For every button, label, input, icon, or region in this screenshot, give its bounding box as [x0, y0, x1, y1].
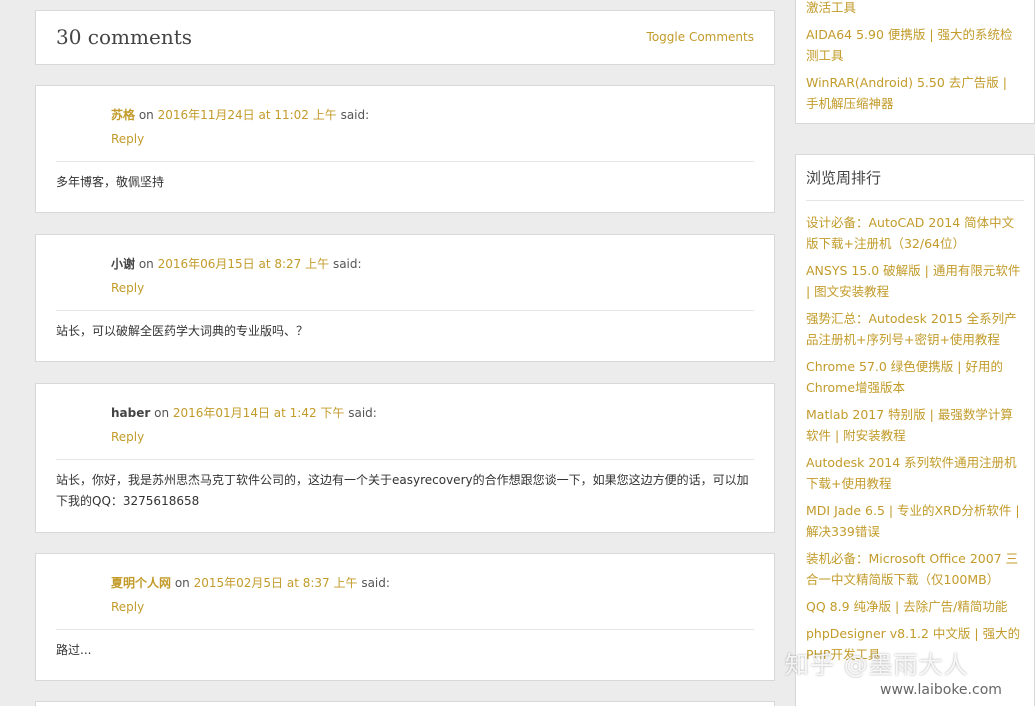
comment-divider	[56, 310, 754, 311]
comment-body: 路过...	[56, 643, 92, 657]
zhihu-watermark: 知乎 @墨雨大人	[785, 651, 969, 679]
comment-author-link[interactable]: 夏明个人网	[111, 576, 171, 590]
comment-meta: 苏格 on 2016年11月24日 at 11:02 上午 said:	[111, 108, 370, 122]
sidebar-link[interactable]: 设计必备：AutoCAD 2014 简体中文版下载+注册机（32/64位）	[806, 212, 1022, 254]
comment: 苏格 on 2016年11月24日 at 11:02 上午 said: Repl…	[35, 85, 775, 213]
comment-divider	[56, 629, 754, 630]
comment	[35, 701, 775, 706]
comment-meta: 夏明个人网 on 2015年02月5日 at 8:37 上午 said:	[111, 576, 390, 590]
comment-date-link[interactable]: 2016年06月15日 at 8:27 上午	[158, 257, 330, 271]
comment: 夏明个人网 on 2015年02月5日 at 8:37 上午 said: Rep…	[35, 553, 775, 681]
sidebar-link[interactable]: 激活工具	[806, 0, 1022, 18]
comment-author: 小谢	[111, 257, 136, 271]
comment-date-link[interactable]: 2016年01月14日 at 1:42 下午	[173, 406, 345, 420]
sidebar-title-divider	[806, 200, 1024, 201]
sidebar-recent-list: 激活工具 AIDA64 5.90 便携版 | 强大的系统检测工具 WinRAR(…	[806, 0, 1022, 120]
comment-date-link[interactable]: 2016年11月24日 at 11:02 上午	[158, 108, 337, 122]
sidebar-link[interactable]: AIDA64 5.90 便携版 | 强大的系统检测工具	[806, 24, 1022, 66]
comment-divider	[56, 459, 754, 460]
comment-date-link[interactable]: 2015年02月5日 at 8:37 上午	[194, 576, 358, 590]
comment-meta: haber on 2016年01月14日 at 1:42 下午 said:	[111, 406, 377, 420]
reply-link[interactable]: Reply	[111, 132, 144, 146]
comment-divider	[56, 161, 754, 162]
comment-author-link[interactable]: 苏格	[111, 108, 135, 122]
toggle-comments-link[interactable]: Toggle Comments	[647, 30, 754, 44]
sidebar-link[interactable]: MDI Jade 6.5 | 专业的XRD分析软件 | 解决339错误	[806, 500, 1022, 542]
comments-count-title: 30 comments	[56, 25, 192, 49]
sidebar-link[interactable]: ANSYS 15.0 破解版 | 通用有限元软件 | 图文安装教程	[806, 260, 1022, 302]
watermark-url: www.laiboke.com	[880, 682, 1002, 698]
sidebar-weekly-list: 设计必备：AutoCAD 2014 简体中文版下载+注册机（32/64位） AN…	[806, 212, 1022, 671]
sidebar-link[interactable]: Chrome 57.0 绿色便携版 | 好用的Chrome增强版本	[806, 356, 1022, 398]
reply-link[interactable]: Reply	[111, 281, 144, 295]
sidebar-link[interactable]: 强势汇总：Autodesk 2015 全系列产品注册机+序列号+密钥+使用教程	[806, 308, 1022, 350]
reply-link[interactable]: Reply	[111, 600, 144, 614]
comment: haber on 2016年01月14日 at 1:42 下午 said: Re…	[35, 383, 775, 533]
reply-link[interactable]: Reply	[111, 430, 144, 444]
sidebar-weekly-box: 浏览周排行 设计必备：AutoCAD 2014 简体中文版下载+注册机（32/6…	[795, 154, 1035, 706]
comment-body: 站长，可以破解全医药学大词典的专业版吗、？	[56, 324, 309, 338]
sidebar-link[interactable]: Matlab 2017 特别版 | 最强数学计算软件 | 附安装教程	[806, 404, 1022, 446]
sidebar-link[interactable]: QQ 8.9 纯净版 | 去除广告/精简功能	[806, 596, 1022, 617]
comment-body: 站长，你好，我是苏州思杰马克丁软件公司的，这边有一个关于easyrecovery…	[56, 473, 749, 508]
sidebar-link[interactable]: WinRAR(Android) 5.50 去广告版 | 手机解压缩神器	[806, 72, 1022, 114]
comment-author: haber	[111, 406, 151, 420]
comment-body: 多年博客，敬佩坚持	[56, 175, 165, 189]
sidebar-recent-box: 激活工具 AIDA64 5.90 便携版 | 强大的系统检测工具 WinRAR(…	[795, 0, 1035, 124]
comments-header: 30 comments Toggle Comments	[35, 10, 775, 65]
sidebar-link[interactable]: 装机必备：Microsoft Office 2007 三合一中文精简版下载（仅1…	[806, 548, 1022, 590]
comment-meta: 小谢 on 2016年06月15日 at 8:27 上午 said:	[111, 257, 362, 271]
comment: 小谢 on 2016年06月15日 at 8:27 上午 said: Reply…	[35, 234, 775, 362]
sidebar-weekly-title: 浏览周排行	[806, 169, 882, 187]
sidebar-link[interactable]: Autodesk 2014 系列软件通用注册机下载+使用教程	[806, 452, 1022, 494]
